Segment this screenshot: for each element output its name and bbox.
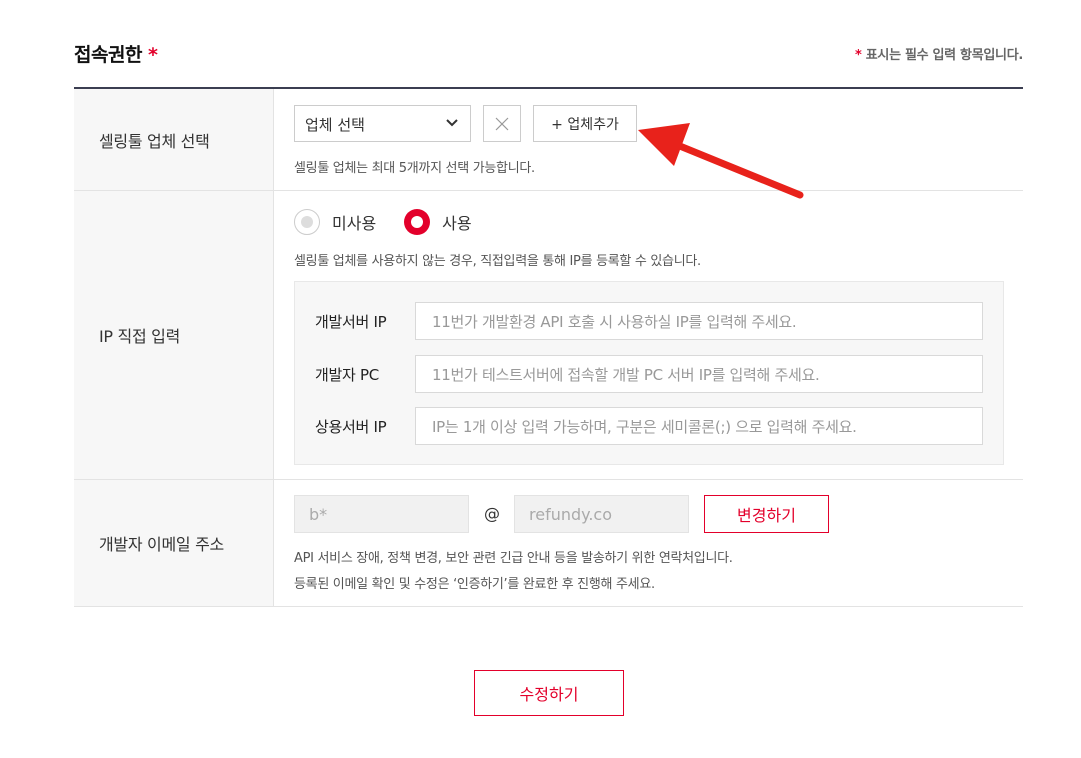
required-note: * 표시는 필수 입력 항목입니다. bbox=[855, 44, 1023, 63]
annotation-arrow-icon bbox=[638, 123, 804, 199]
required-note-text: 표시는 필수 입력 항목입니다. bbox=[865, 48, 1024, 63]
ip-input-box: 개발서버 IP 11번가 개발환경 API 호출 시 사용하실 IP를 입력해 … bbox=[294, 281, 1004, 465]
email-domain-input: refundy.co bbox=[514, 495, 689, 533]
form-table: 셀링툴 업체 선택 업체 선택 + 업체추가 셀링툴 업체는 최대 5개까지 선… bbox=[74, 87, 1023, 607]
prod-server-ip-label: 상용서버 IP bbox=[315, 417, 387, 436]
vendor-select-value: 업체 선택 bbox=[305, 116, 365, 134]
email-help-text-2: 등록된 이메일 확인 및 수정은 ‘인증하기’를 완료한 후 진행해 주세요. bbox=[294, 577, 655, 592]
ip-row: IP 직접 입력 미사용 사용 셀링툴 업체를 사용하지 않는 경우, 직접입력… bbox=[74, 191, 1023, 480]
ip-radio-group: 미사용 사용 bbox=[294, 209, 500, 235]
email-row: 개발자 이메일 주소 b* @ refundy.co 변경하기 API 서비스 … bbox=[74, 480, 1023, 607]
change-email-button[interactable]: 변경하기 bbox=[704, 495, 829, 533]
required-note-star: * bbox=[855, 48, 862, 63]
email-label: 개발자 이메일 주소 bbox=[74, 480, 274, 606]
section-title: 접속권한 * bbox=[74, 40, 158, 67]
section-header: 접속권한 * * 표시는 필수 입력 항목입니다. bbox=[74, 40, 1023, 68]
vendor-select[interactable]: 업체 선택 bbox=[294, 105, 471, 142]
add-vendor-button[interactable]: + 업체추가 bbox=[533, 105, 637, 142]
email-local-input: b* bbox=[294, 495, 469, 533]
email-at-sign: @ bbox=[484, 504, 500, 523]
vendor-row: 셀링툴 업체 선택 업체 선택 + 업체추가 셀링툴 업체는 최대 5개까지 선… bbox=[74, 89, 1023, 191]
prod-server-ip-input[interactable]: IP는 1개 이상 입력 가능하며, 구분은 세미콜론(;) 으로 입력해 주세… bbox=[415, 407, 983, 445]
radio-option-used[interactable]: 사용 bbox=[404, 209, 472, 235]
ip-help-text: 셀링툴 업체를 사용하지 않는 경우, 직접입력을 통해 IP를 등록할 수 있… bbox=[294, 254, 701, 269]
vendor-label: 셀링툴 업체 선택 bbox=[74, 89, 274, 190]
close-icon bbox=[495, 117, 509, 130]
dev-pc-ip-label: 개발자 PC bbox=[315, 365, 379, 384]
radio-option-unused[interactable]: 미사용 bbox=[294, 209, 376, 235]
vendor-help-text: 셀링툴 업체는 최대 5개까지 선택 가능합니다. bbox=[294, 161, 535, 176]
email-body: b* @ refundy.co 변경하기 API 서비스 장애, 정책 변경, … bbox=[274, 480, 1023, 606]
email-help-text-1: API 서비스 장애, 정책 변경, 보안 관련 긴급 안내 등을 발송하기 위… bbox=[294, 551, 733, 566]
dev-server-ip-line: 개발서버 IP 11번가 개발환경 API 호출 시 사용하실 IP를 입력해 … bbox=[315, 302, 983, 340]
chevron-down-icon bbox=[446, 119, 458, 127]
radio-unselected-icon[interactable] bbox=[294, 209, 320, 235]
required-star: * bbox=[148, 44, 158, 66]
prod-server-ip-line: 상용서버 IP IP는 1개 이상 입력 가능하며, 구분은 세미콜론(;) 으… bbox=[315, 407, 983, 445]
radio-label-used: 사용 bbox=[442, 214, 472, 233]
dev-pc-ip-line: 개발자 PC 11번가 테스트서버에 접속할 개발 PC 서버 IP를 입력해 … bbox=[315, 355, 983, 393]
radio-label-unused: 미사용 bbox=[332, 214, 377, 233]
dev-server-ip-label: 개발서버 IP bbox=[315, 312, 387, 331]
radio-selected-icon[interactable] bbox=[404, 209, 431, 235]
dev-pc-ip-input[interactable]: 11번가 테스트서버에 접속할 개발 PC 서버 IP를 입력해 주세요. bbox=[415, 355, 983, 393]
ip-label: IP 직접 입력 bbox=[74, 191, 274, 479]
dev-server-ip-input[interactable]: 11번가 개발환경 API 호출 시 사용하실 IP를 입력해 주세요. bbox=[415, 302, 983, 340]
section-title-text: 접속권한 bbox=[74, 44, 142, 66]
submit-button[interactable]: 수정하기 bbox=[474, 670, 624, 716]
clear-vendor-button[interactable] bbox=[483, 105, 521, 142]
ip-body: 미사용 사용 셀링툴 업체를 사용하지 않는 경우, 직접입력을 통해 IP를 … bbox=[274, 191, 1023, 479]
